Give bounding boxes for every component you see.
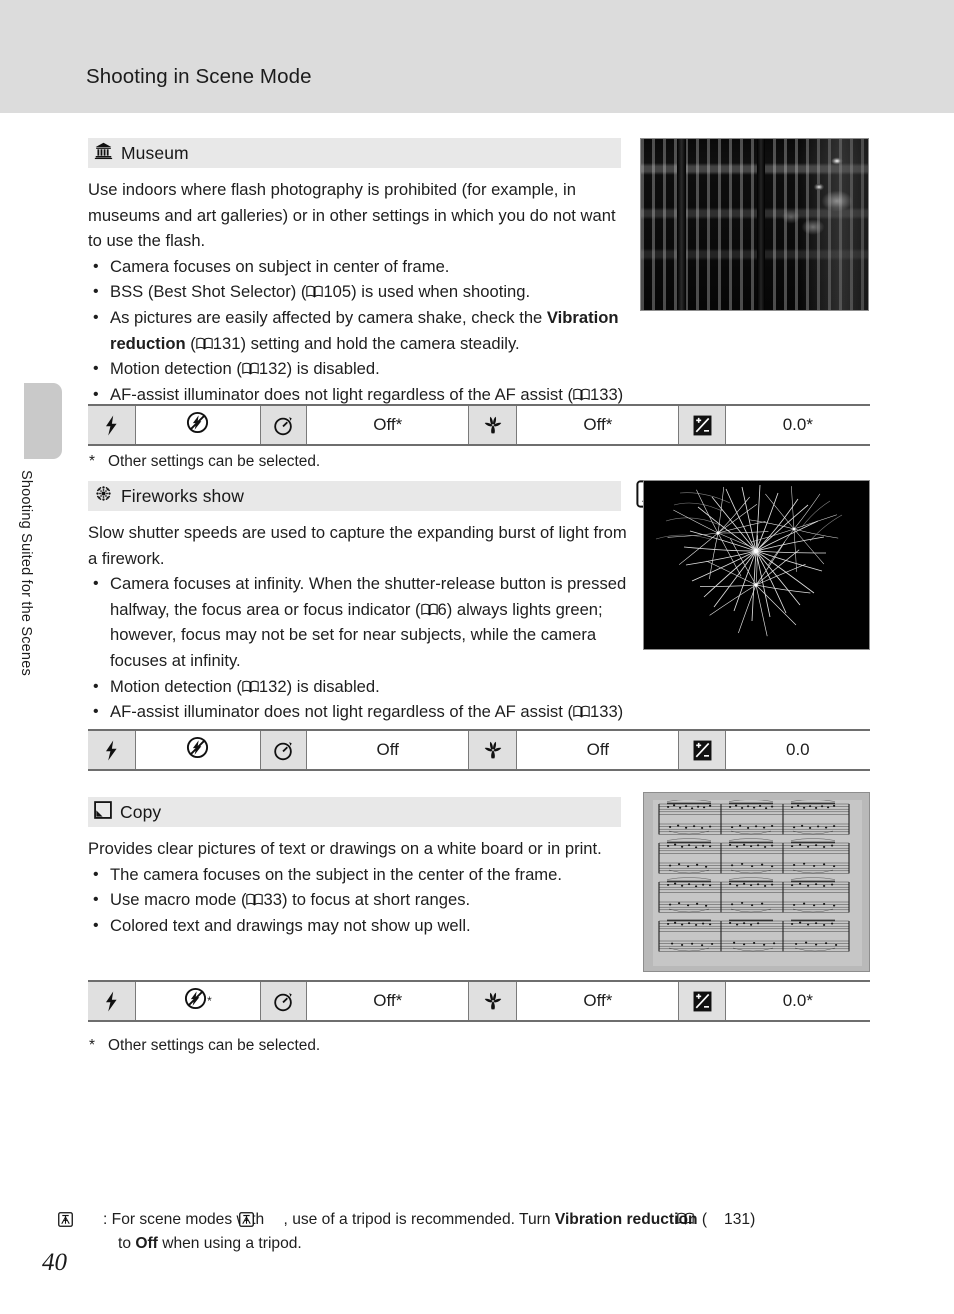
section-body-copy: Provides clear pictures of text or drawi… [88,827,633,938]
flash-mode-value: * [135,982,261,1020]
section-copy: Copy Provides clear pictures of text or … [88,797,633,938]
flash-mode-value [135,731,261,769]
book-icon [573,383,590,401]
section-title-copy: Copy [120,801,162,822]
macro-flower-icon [469,406,518,444]
section-header-fireworks: Fireworks show [88,480,664,511]
book-icon [246,888,264,906]
book-icon [196,332,213,350]
footnote-part2: , use of a tripod is recommended. Turn [283,1211,555,1228]
section-header-copy: Copy [88,797,621,827]
note-text: Other settings can be selected. [108,1037,321,1054]
self-timer-icon [260,406,308,444]
footnote-ref: 131 [724,1211,751,1228]
list-item: Motion detection (132) is disabled. [88,356,633,382]
table-note-copy: * Other settings can be selected. [88,1037,320,1055]
chapter-label: Shooting Suited for the Scenes [18,470,34,676]
section-title-museum: Museum [121,142,189,163]
settings-table-museum: Off* Off* 0.0* [88,404,870,446]
section-intro-copy: Provides clear pictures of text or drawi… [88,839,602,858]
exposure-value: 0.0 [725,731,870,769]
section-body-fireworks: Slow shutter speeds are used to capture … [88,511,633,750]
exposure-value: 0.0* [725,982,870,1020]
list-item: Camera focuses at infinity. When the shu… [88,571,633,673]
list-item: Use macro mode (33) to focus at short ra… [88,887,633,913]
list-item: Motion detection (132) is disabled. [88,674,633,700]
museum-interior-photo [640,138,869,311]
footnote-line2-bold: Off [135,1235,158,1252]
tripod-icon [58,1211,103,1227]
copy-icon [94,800,112,824]
note-text: Other settings can be selected. [108,453,321,470]
flash-off-icon [186,411,209,439]
self-timer-icon [260,731,308,769]
macro-value: Off* [517,982,680,1020]
table-note-museum: * Other settings can be selected. [88,453,320,471]
macro-value: Off [517,731,680,769]
list-item: Colored text and drawings may not show u… [88,913,633,939]
exposure-compensation-icon [679,982,726,1020]
section-title-fireworks: Fireworks show [121,485,244,506]
museum-icon [94,141,113,165]
chapter-thumb-tab [24,383,62,459]
flash-mode-value [135,406,261,444]
list-item: BSS (Best Shot Selector) (105) is used w… [88,279,633,305]
footnote-line2-post: when using a tripod. [157,1235,302,1252]
fireworks-photo [643,480,870,650]
note-star: * [89,453,95,470]
section-intro-fireworks: Slow shutter speeds are used to capture … [88,523,627,568]
page-header-band [0,0,954,113]
page-title: Shooting in Scene Mode [86,65,312,88]
macro-flower-icon [469,731,518,769]
page-number: 40 [42,1249,67,1276]
exposure-compensation-icon [679,406,726,444]
macro-value: Off* [517,406,680,444]
book-icon [242,357,259,375]
footnote-line2-pre: to [118,1235,136,1252]
footnote-part4: ) [750,1211,756,1228]
list-item: Camera focuses on subject in center of f… [88,254,633,280]
book-icon [306,280,324,298]
footnote: : For scene modes with , use of a tripod… [58,1208,878,1256]
flash-off-icon [186,736,209,764]
tripod-icon [238,1211,284,1227]
flash-icon [88,982,136,1020]
macro-flower-icon [469,982,518,1020]
flash-off-icon [184,987,207,1015]
settings-table-fireworks: Off Off 0.0 [88,729,870,771]
flash-value-star: * [207,994,212,1008]
self-timer-value: Off [307,731,470,769]
exposure-compensation-icon [679,731,726,769]
note-star: * [89,1037,95,1054]
book-icon [242,675,259,693]
section-intro-museum: Use indoors where flash photography is p… [88,180,616,251]
sheet-music-photo [643,792,870,972]
flash-icon [88,731,136,769]
book-icon [420,598,438,616]
footnote-part3: ( [697,1211,708,1228]
list-item: As pictures are easily affected by camer… [88,305,633,356]
section-fireworks: Fireworks show Slow shutter speeds are u… [88,480,664,750]
bullet-list-fireworks: Camera focuses at infinity. When the shu… [88,571,633,750]
settings-table-copy: * Off* Off* 0.0* [88,980,870,1022]
exposure-value: 0.0* [725,406,870,444]
bullet-list-copy: The camera focuses on the subject in the… [88,862,633,939]
section-museum: Museum Use indoors where flash photograp… [88,138,633,433]
self-timer-value: Off* [307,982,470,1020]
section-body-museum: Use indoors where flash photography is p… [88,168,633,433]
self-timer-icon [260,982,308,1020]
self-timer-value: Off* [307,406,470,444]
section-header-museum: Museum [88,138,621,168]
fireworks-icon [94,484,113,508]
book-icon [677,1209,724,1225]
flash-icon [88,406,136,444]
book-icon [573,700,590,718]
list-item: The camera focuses on the subject in the… [88,862,633,888]
